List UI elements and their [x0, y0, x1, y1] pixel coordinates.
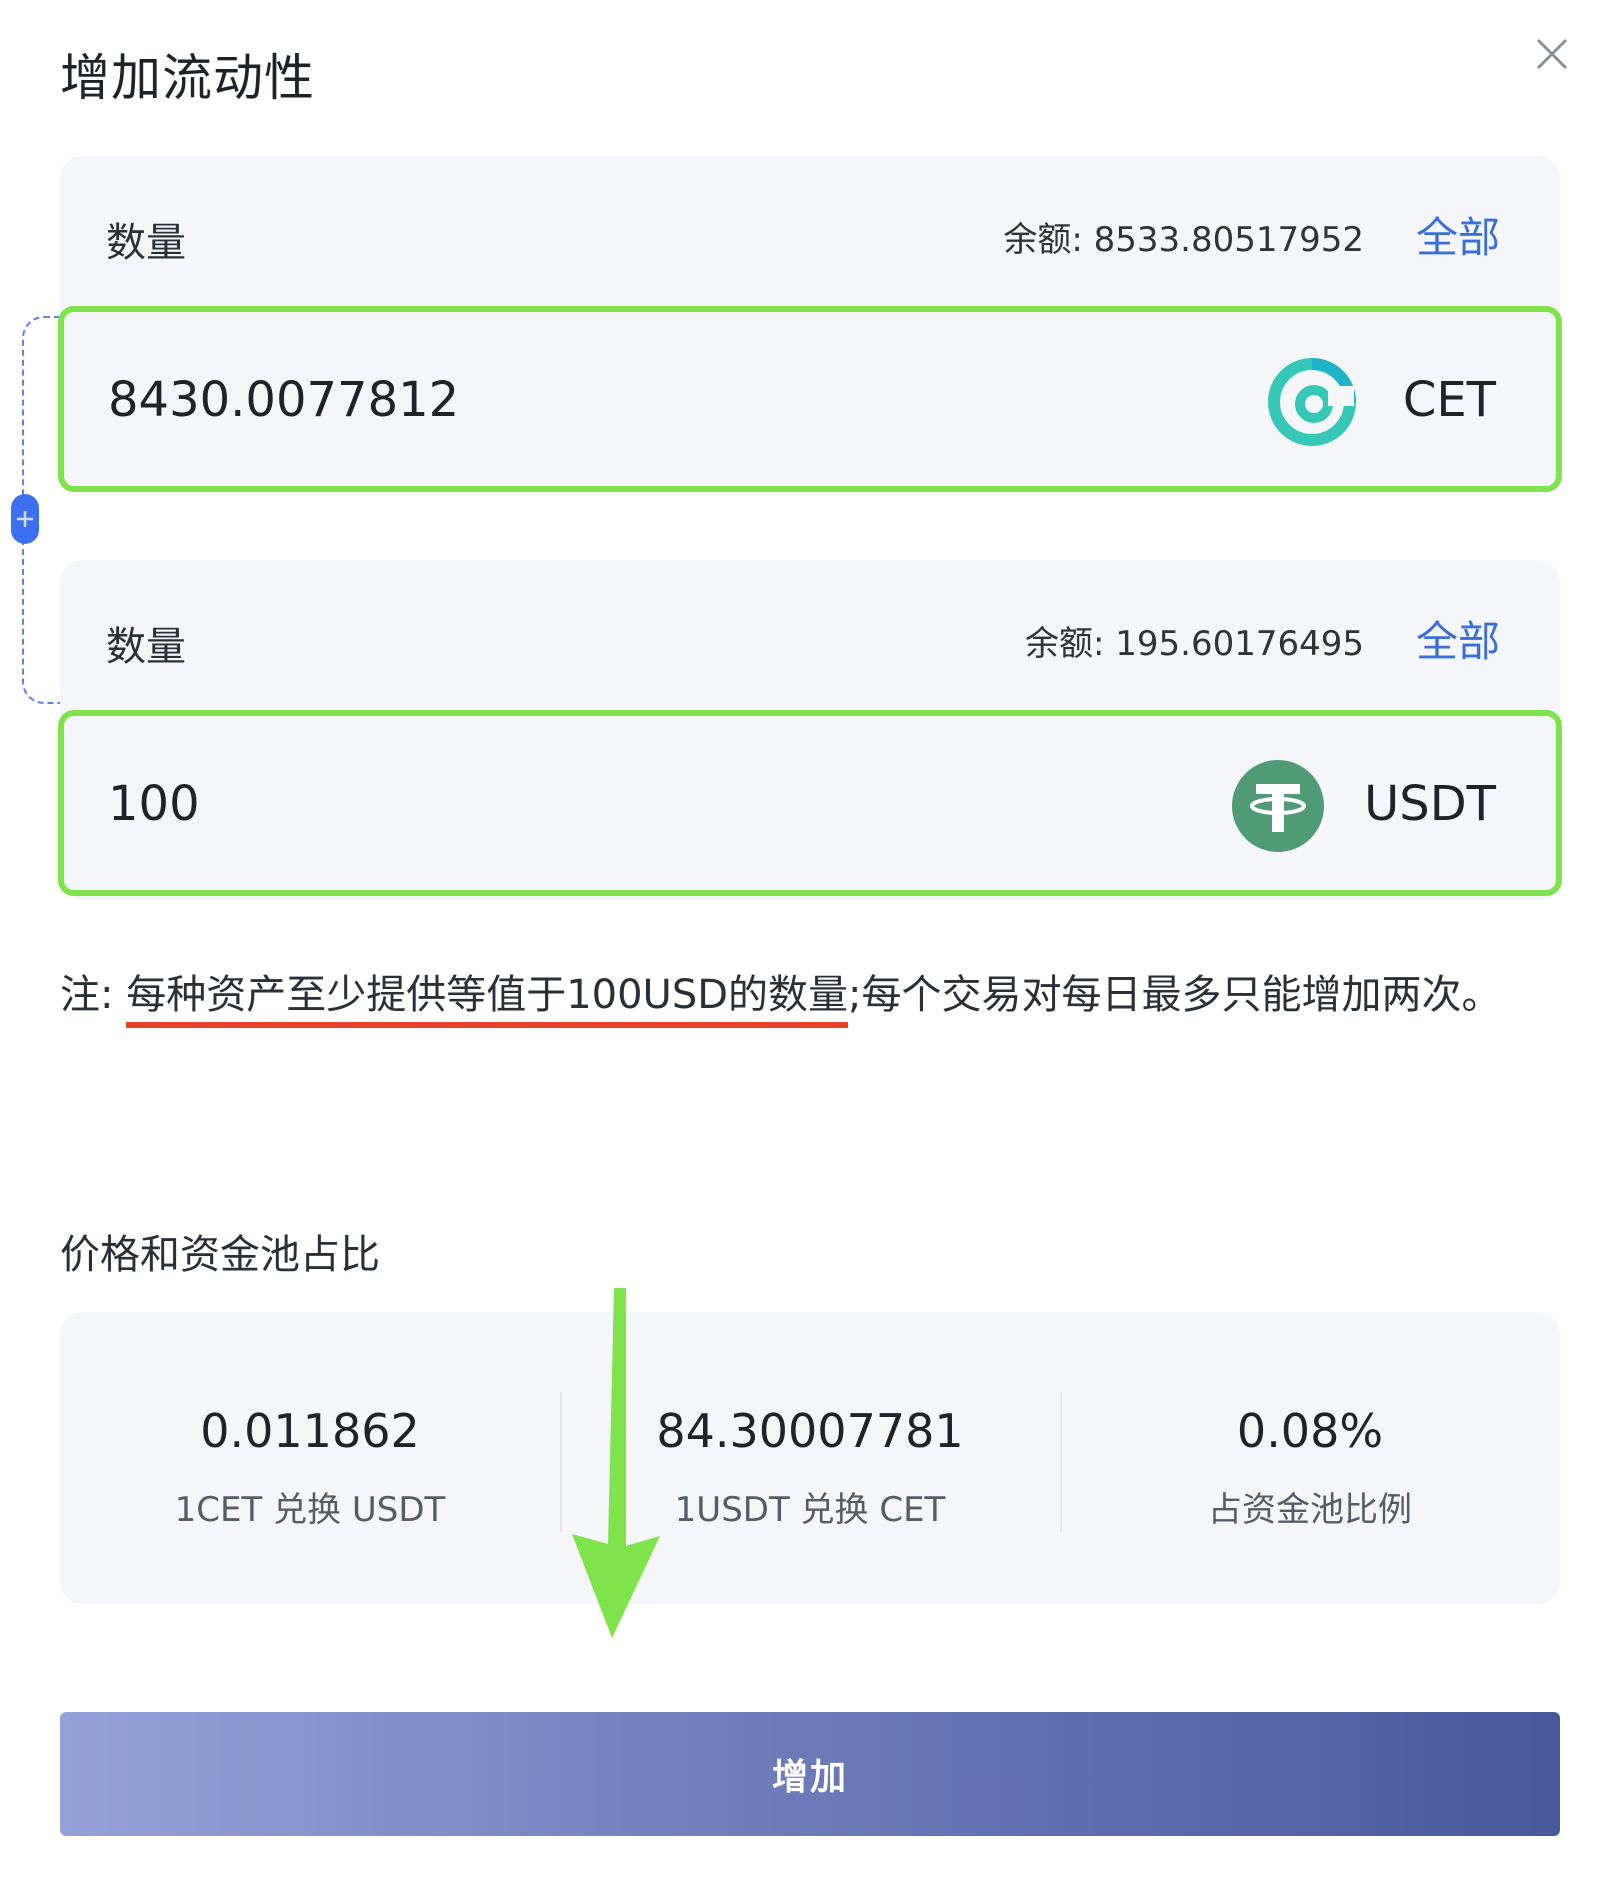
stat-label: 1CET 兑换 USDT	[174, 1490, 446, 1530]
token-b-symbol: USDT	[1364, 776, 1496, 832]
note-rest: ;每个交易对每日最多只能增加两次。	[848, 972, 1502, 1018]
token-b-amount-input[interactable]	[108, 776, 1008, 832]
token-b-block: 数量 余额: 195.60176495 全部 USDT	[58, 560, 1562, 900]
token-b-balance: 余额: 195.60176495	[1025, 616, 1364, 665]
cet-logo-icon	[1266, 356, 1358, 448]
stat-value: 0.011862	[200, 1404, 420, 1458]
link-icon[interactable]	[11, 494, 39, 544]
token-b-quantity-label: 数量	[106, 624, 186, 670]
dialog-title: 增加流动性	[60, 49, 315, 107]
add-liquidity-dialog: 增加流动性 数量 余额: 8533.80517952 全部 8430.00778…	[0, 0, 1600, 1883]
token-a-balance-label: 余额:	[1003, 220, 1083, 260]
pool-stats-panel: 0.011862 1CET 兑换 USDT 84.30007781 1USDT …	[60, 1312, 1560, 1604]
close-button[interactable]	[1532, 34, 1572, 74]
stat-price-a: 0.011862 1CET 兑换 USDT	[60, 1312, 560, 1604]
annotation-arrow-icon	[572, 1288, 660, 1638]
token-a-quantity-label: 数量	[106, 220, 186, 266]
token-b-balance-label: 余额:	[1024, 624, 1105, 664]
token-a-max-button[interactable]: 全部	[1416, 204, 1500, 265]
note-highlight: 每种资产至少提供等值于100USD的数量	[126, 972, 849, 1028]
token-a-balance-value: 8533.80517952	[1093, 220, 1364, 260]
token-b-balance-value: 195.60176495	[1115, 624, 1364, 664]
stat-pool-share: 0.08% 占资金池比例	[1060, 1312, 1560, 1604]
token-a-symbol: CET	[1402, 372, 1496, 428]
usdt-logo-icon	[1232, 760, 1324, 852]
note-prefix: 注:	[60, 972, 114, 1018]
stat-value: 0.08%	[1236, 1404, 1384, 1458]
pool-section-title: 价格和资金池占比	[60, 1232, 380, 1278]
close-icon	[1536, 38, 1568, 70]
token-b-max-button[interactable]: 全部	[1416, 608, 1500, 669]
token-b-amount-box: USDT	[58, 710, 1562, 896]
token-a-block: 数量 余额: 8533.80517952 全部 CET	[58, 156, 1562, 496]
token-a-amount-box: CET	[58, 306, 1562, 492]
stat-label: 占资金池比例	[1208, 1490, 1412, 1530]
token-a-amount-input[interactable]	[108, 372, 1008, 428]
token-a-balance: 余额: 8533.80517952	[1003, 212, 1364, 261]
liquidity-note: 注: 每种资产至少提供等值于100USD的数量;每个交易对每日最多只能增加两次。	[60, 962, 1560, 1028]
add-liquidity-button[interactable]: 增加	[60, 1712, 1560, 1836]
